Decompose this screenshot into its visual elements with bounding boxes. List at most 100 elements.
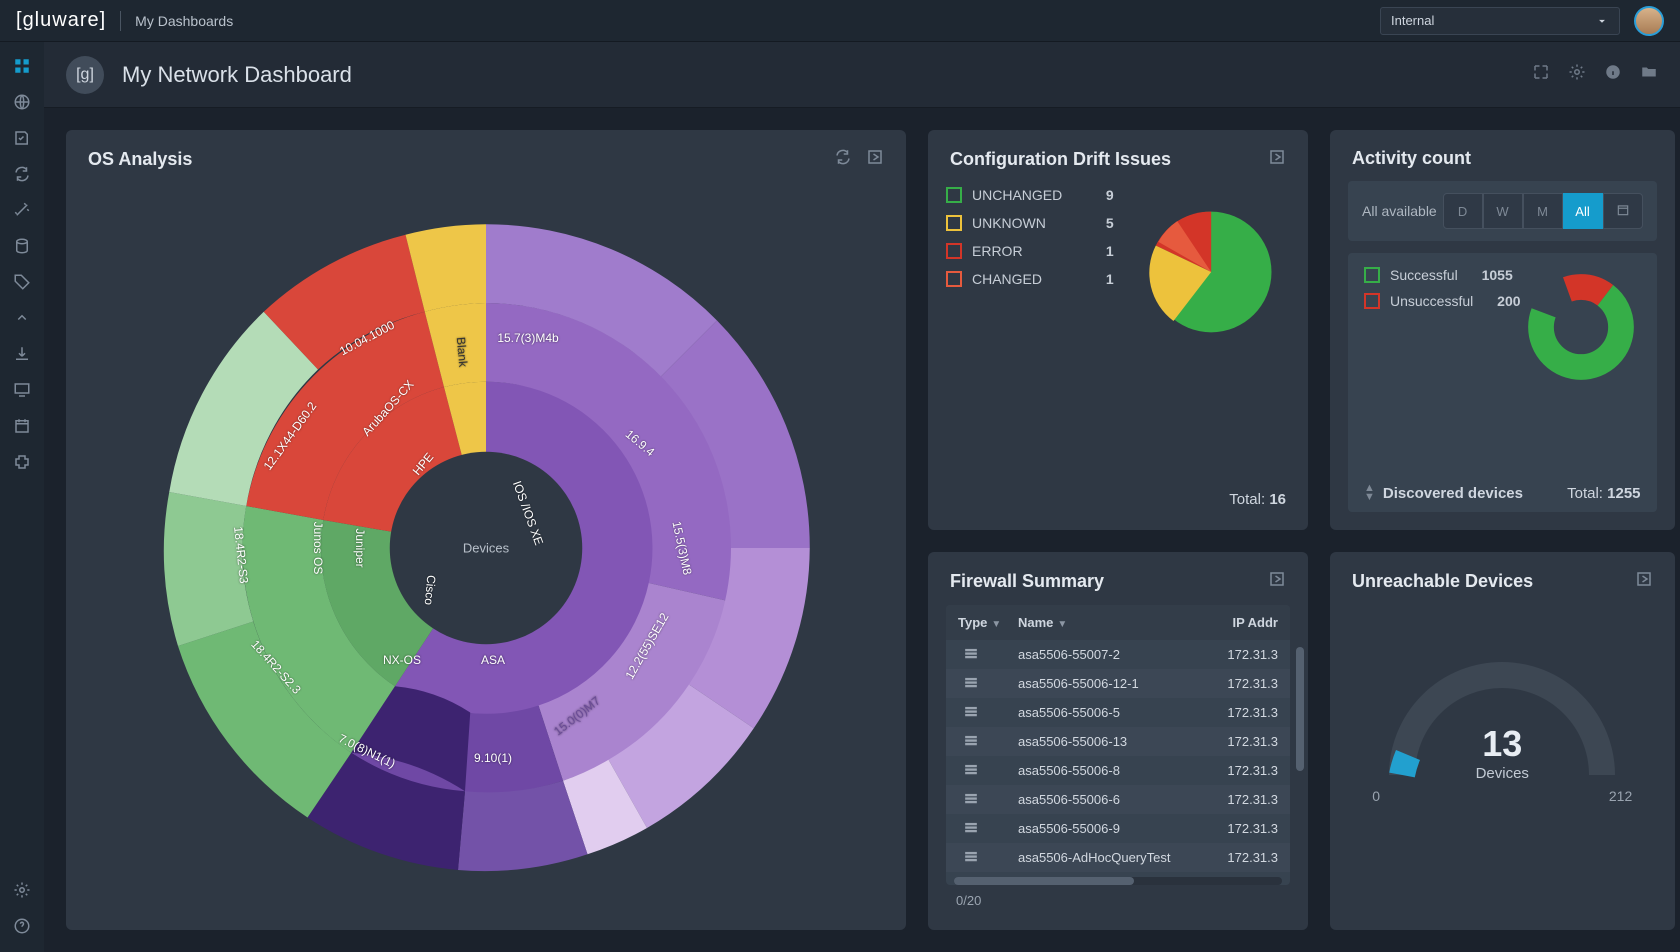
refresh-button[interactable] <box>834 148 852 171</box>
activity-range-label: All available <box>1362 203 1437 219</box>
table-row[interactable]: asa5506-55006-13172.31.3 <box>946 727 1290 756</box>
table-row[interactable]: asa5506-55006-12-1172.31.3 <box>946 669 1290 698</box>
activity-title: Activity count <box>1352 148 1471 169</box>
expand-handle-icon[interactable]: ▲▼ <box>1364 484 1375 502</box>
nav-data[interactable] <box>6 230 38 262</box>
firewall-icon <box>964 849 978 866</box>
chevron-down-icon <box>1595 14 1609 28</box>
breadcrumb[interactable]: My Dashboards <box>135 13 233 29</box>
sort-caret-icon: ▼ <box>991 619 1001 630</box>
firewall-icon <box>964 675 978 692</box>
row-name: asa5506-55006-13 <box>1018 734 1208 749</box>
row-ip: 172.31.3 <box>1208 850 1278 865</box>
col-type[interactable]: Type▼ <box>958 615 1018 630</box>
nav-monitor[interactable] <box>6 374 38 406</box>
table-row[interactable]: asa5506-55006-9172.31.3 <box>946 814 1290 843</box>
firewall-summary-card: Firewall Summary Type▼ Name▼ IP Addr asa… <box>928 552 1308 930</box>
row-name: asa5506-55006-9 <box>1018 821 1208 836</box>
row-ip: 172.31.3 <box>1208 792 1278 807</box>
legend-square-red <box>1364 293 1380 309</box>
settings-button[interactable] <box>1568 63 1586 86</box>
unreachable-devices-card: Unreachable Devices 13 Devices 0212 <box>1330 552 1675 930</box>
nav-schedule[interactable] <box>6 410 38 442</box>
table-row[interactable]: asa5506-AdHocQueryTest172.31.3 <box>946 843 1290 872</box>
table-header: Type▼ Name▼ IP Addr <box>946 605 1290 640</box>
nav-wand[interactable] <box>6 194 38 226</box>
expand-button[interactable] <box>866 148 884 171</box>
row-ip: 172.31.3 <box>1208 705 1278 720</box>
activity-range-bar: All available D W M All <box>1348 181 1657 241</box>
nav-download[interactable] <box>6 338 38 370</box>
avatar[interactable] <box>1634 6 1664 36</box>
firewall-table: Type▼ Name▼ IP Addr asa5506-55007-2172.3… <box>946 605 1290 885</box>
range-calendar[interactable] <box>1603 193 1643 229</box>
top-bar: [gluware] My Dashboards Internal <box>0 0 1680 42</box>
os-analysis-card: OS Analysis <box>66 130 906 930</box>
nav-dashboards[interactable] <box>6 50 38 82</box>
nav-collapse[interactable] <box>6 302 38 334</box>
row-ip: 172.31.3 <box>1208 763 1278 778</box>
expand-button[interactable] <box>1268 148 1286 171</box>
pager: 0/20 <box>946 885 1290 912</box>
row-name: asa5506-55006-5 <box>1018 705 1208 720</box>
horizontal-scrollbar[interactable] <box>954 877 1282 885</box>
firewall-icon <box>964 646 978 663</box>
nav-settings[interactable] <box>6 874 38 906</box>
info-button[interactable] <box>1604 63 1622 86</box>
firewall-icon <box>964 704 978 721</box>
left-nav-rail <box>0 42 44 952</box>
firewall-title: Firewall Summary <box>950 571 1104 592</box>
content-grid: OS Analysis <box>44 108 1680 952</box>
gauge-label: Devices <box>1476 765 1529 782</box>
os-analysis-title: OS Analysis <box>88 149 192 170</box>
row-name: asa5506-55006-12-1 <box>1018 676 1208 691</box>
nav-sync[interactable] <box>6 158 38 190</box>
expand-button[interactable] <box>1268 570 1286 593</box>
row-name: asa5506-55007-2 <box>1018 647 1208 662</box>
nav-plugin[interactable] <box>6 446 38 478</box>
workspace-icon: [g] <box>66 56 104 94</box>
range-D[interactable]: D <box>1443 193 1483 229</box>
sort-caret-icon: ▼ <box>1057 619 1067 630</box>
page-title: My Network Dashboard <box>122 62 352 88</box>
table-row[interactable]: asa5506-55006-8172.31.3 <box>946 756 1290 785</box>
brand-text: gluware <box>23 9 100 32</box>
firewall-icon <box>964 820 978 837</box>
divider <box>120 11 121 31</box>
activity-section-title: Discovered devices <box>1383 485 1523 502</box>
brand-logo: [gluware] <box>16 9 106 32</box>
range-W[interactable]: W <box>1483 193 1523 229</box>
row-ip: 172.31.3 <box>1208 647 1278 662</box>
drift-pie-chart[interactable] <box>1132 187 1290 357</box>
col-name[interactable]: Name▼ <box>1018 615 1208 630</box>
folder-button[interactable] <box>1640 63 1658 86</box>
expand-button[interactable] <box>1635 570 1653 593</box>
firewall-icon <box>964 733 978 750</box>
nav-audit[interactable] <box>6 122 38 154</box>
calendar-icon <box>1616 203 1630 217</box>
row-ip: 172.31.3 <box>1208 821 1278 836</box>
os-sunburst-chart[interactable]: Devices IOS /IOS XE Cisco Juniper Junos … <box>136 198 836 898</box>
table-row[interactable]: asa5506-55006-5172.31.3 <box>946 698 1290 727</box>
row-name: asa5506-55006-6 <box>1018 792 1208 807</box>
activity-range-group: D W M All <box>1443 193 1643 229</box>
nav-tag[interactable] <box>6 266 38 298</box>
range-All[interactable]: All <box>1563 193 1603 229</box>
range-M[interactable]: M <box>1523 193 1563 229</box>
row-ip: 172.31.3 <box>1208 734 1278 749</box>
table-row[interactable]: asa5506-55007-2172.31.3 <box>946 640 1290 669</box>
org-selector[interactable]: Internal <box>1380 7 1620 35</box>
activity-donut-chart[interactable] <box>1521 267 1641 387</box>
config-drift-card: Configuration Drift Issues UNCHANGED9 UN… <box>928 130 1308 530</box>
nav-help[interactable] <box>6 910 38 942</box>
col-ip[interactable]: IP Addr <box>1208 615 1278 630</box>
row-name: asa5506-55006-8 <box>1018 763 1208 778</box>
sunburst-center-label: Devices <box>463 540 509 555</box>
table-row[interactable]: asa5506-55006-6172.31.3 <box>946 785 1290 814</box>
activity-count-card: Activity count All available D W M All S… <box>1330 130 1675 530</box>
fullscreen-button[interactable] <box>1532 63 1550 86</box>
firewall-icon <box>964 791 978 808</box>
legend-square-green <box>1364 267 1380 283</box>
row-ip: 172.31.3 <box>1208 676 1278 691</box>
nav-globe[interactable] <box>6 86 38 118</box>
